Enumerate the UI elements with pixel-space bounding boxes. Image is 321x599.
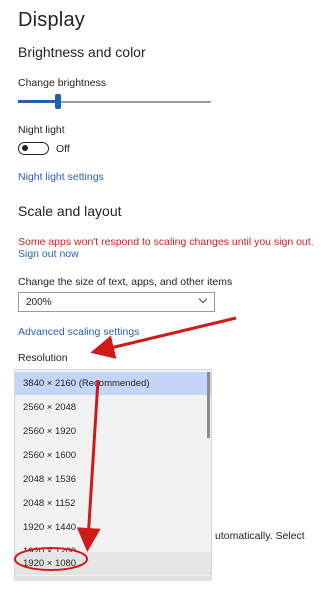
night-light-settings-link[interactable]: Night light settings <box>18 171 104 183</box>
brightness-label: Change brightness <box>18 77 107 89</box>
resolution-option[interactable]: 2560 × 1920 <box>15 420 211 443</box>
night-light-toggle[interactable] <box>18 142 49 155</box>
page-title: Display <box>18 9 85 31</box>
resolution-list[interactable]: 3840 × 2160 (Recommended) 2560 × 2048 25… <box>14 369 212 581</box>
brightness-slider-thumb[interactable] <box>55 94 61 109</box>
resolution-option[interactable]: 1920 × 1440 <box>15 516 211 539</box>
advanced-scaling-link[interactable]: Advanced scaling settings <box>18 326 139 338</box>
resolution-label: Resolution <box>18 352 68 364</box>
sign-out-link[interactable]: Sign out now <box>18 248 314 260</box>
resolution-option-1920x1080[interactable]: 1920 × 1080 <box>15 552 211 575</box>
scaling-warning: Some apps won't respond to scaling chang… <box>18 236 314 260</box>
brightness-section-title: Brightness and color <box>18 44 146 60</box>
toggle-knob <box>22 145 28 151</box>
scale-layout-section-title: Scale and layout <box>18 203 122 219</box>
scaling-warning-text: Some apps won't respond to scaling chang… <box>18 236 314 248</box>
scale-dropdown[interactable]: 200% <box>18 292 215 312</box>
night-light-label: Night light <box>18 124 65 136</box>
chevron-down-icon <box>198 294 208 304</box>
resolution-option[interactable]: 2560 × 2048 <box>15 396 211 419</box>
brightness-slider-fill <box>18 100 57 103</box>
size-label: Change the size of text, apps, and other… <box>18 276 233 288</box>
resolution-list-bottom-edge <box>14 576 212 581</box>
resolution-option[interactable]: 3840 × 2160 (Recommended) <box>15 372 211 395</box>
resolution-list-scrollbar[interactable] <box>207 372 210 438</box>
resolution-option[interactable]: 2560 × 1600 <box>15 444 211 467</box>
scale-dropdown-value: 200% <box>26 297 52 308</box>
resolution-option[interactable]: 2048 × 1152 <box>15 492 211 515</box>
night-light-state: Off <box>56 143 70 155</box>
obscured-text: utomatically. Select <box>215 530 305 542</box>
resolution-option[interactable]: 2048 × 1536 <box>15 468 211 491</box>
